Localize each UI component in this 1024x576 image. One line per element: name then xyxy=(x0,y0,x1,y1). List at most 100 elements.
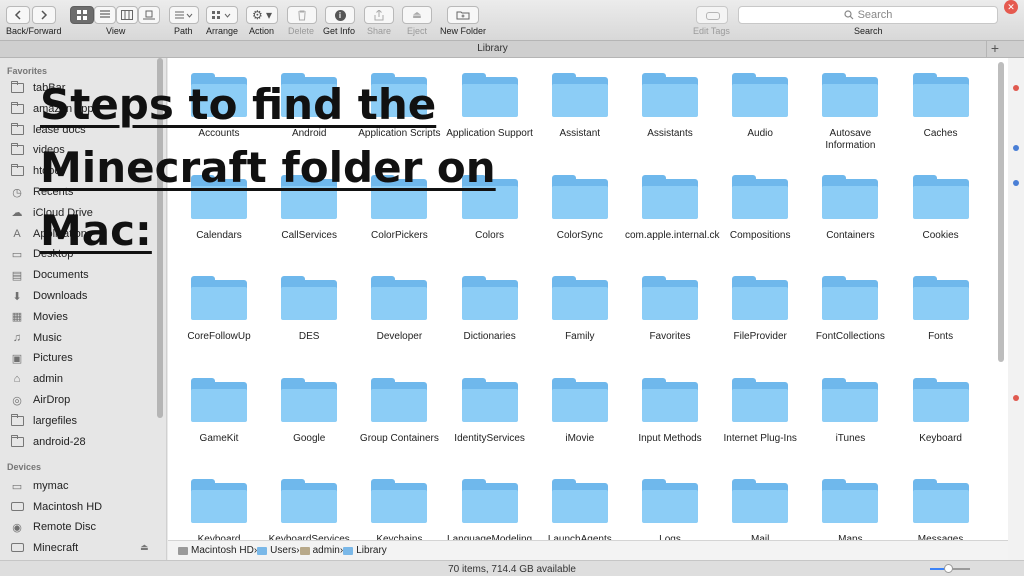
folder-name: com.apple.internal.ck xyxy=(625,229,720,241)
overlay-line-2: Minecraft folder on xyxy=(40,143,496,192)
folder-item[interactable]: FontCollections xyxy=(805,261,895,343)
tab-library[interactable]: Library xyxy=(0,43,985,54)
view-list-button[interactable] xyxy=(94,6,116,24)
folder-item[interactable]: Keychains xyxy=(354,464,444,540)
breadcrumb-label: Library xyxy=(356,545,387,556)
new-folder-button[interactable] xyxy=(447,6,479,24)
folder-item[interactable]: Favorites xyxy=(625,261,715,343)
folder-item[interactable]: Google xyxy=(264,363,354,445)
sidebar-device-item[interactable]: ◉ Remote Disc xyxy=(10,518,96,536)
folder-item[interactable]: IdentityServices xyxy=(445,363,535,445)
trash-icon xyxy=(298,10,306,20)
path-button[interactable] xyxy=(169,6,199,24)
folder-item[interactable]: FileProvider xyxy=(715,261,805,343)
columns-icon xyxy=(121,10,133,20)
folder-icon xyxy=(822,276,879,321)
folder-item[interactable]: Group Containers xyxy=(354,363,444,445)
action-button[interactable]: ⚙ ▾ xyxy=(246,6,278,24)
folder-icon xyxy=(281,479,338,524)
new-folder-label: New Folder xyxy=(440,26,487,36)
sidebar-device-item[interactable]: ▭ mymac xyxy=(10,477,69,495)
folder-item[interactable]: LaunchAgents xyxy=(535,464,625,540)
sidebar-device-item[interactable]: Minecraft xyxy=(10,539,78,557)
arrange-button[interactable] xyxy=(206,6,238,24)
folder-item[interactable]: Input Methods xyxy=(625,363,715,445)
folder-item[interactable]: Maps xyxy=(805,464,895,540)
sidebar-device-item[interactable]: Macintosh HD xyxy=(10,498,102,516)
sidebar-favorite-item[interactable]: ▤ Documents xyxy=(10,266,89,284)
edit-tags-button[interactable] xyxy=(696,6,728,24)
sidebar-favorite-item[interactable]: ⬇ Downloads xyxy=(10,287,87,305)
eject-button[interactable]: ⏏ xyxy=(402,6,432,24)
breadcrumb-item[interactable]: Macintosh HD xyxy=(178,545,254,556)
delete-button[interactable] xyxy=(287,6,317,24)
sidebar-favorite-item[interactable]: android-28 xyxy=(10,433,86,451)
folder-name: Assistants xyxy=(647,128,693,139)
folder-item[interactable]: Caches xyxy=(896,58,986,140)
home-icon xyxy=(299,546,310,555)
folder-item[interactable]: Assistants xyxy=(625,58,715,140)
folder-item[interactable]: Autosave Information xyxy=(805,58,895,152)
sidebar-favorite-item[interactable]: ▦ Movies xyxy=(10,308,68,326)
folder-item[interactable]: Containers xyxy=(805,160,895,242)
icon-size-slider[interactable] xyxy=(930,564,970,573)
disk-icon xyxy=(178,546,188,555)
sidebar-favorite-item[interactable]: ♫ Music xyxy=(10,329,62,347)
folder-icon xyxy=(642,73,698,117)
folder-item[interactable]: Developer xyxy=(354,261,444,343)
view-columns-button[interactable] xyxy=(116,6,138,24)
breadcrumb-label: Macintosh HD xyxy=(191,545,254,556)
breadcrumb-item[interactable]: admin xyxy=(299,545,340,556)
folder-icon xyxy=(822,73,879,117)
sidebar-favorite-item[interactable]: ▣ Pictures xyxy=(10,349,73,367)
background-blue-dot xyxy=(1013,145,1019,151)
finder-toolbar: Back/Forward View Path Arrange ⚙ ▾ Actio… xyxy=(0,0,1024,40)
sidebar-favorite-item[interactable]: ⌂ admin xyxy=(10,370,63,388)
folder-name: iTunes xyxy=(835,432,866,444)
search-field[interactable]: Search xyxy=(738,6,998,24)
folder-item[interactable]: Dictionaries xyxy=(445,261,535,343)
new-tab-button[interactable]: + xyxy=(986,41,1003,57)
folder-item[interactable]: com.apple.internal.ck xyxy=(625,160,720,242)
back-button[interactable] xyxy=(6,6,30,24)
folder-item[interactable]: iTunes xyxy=(805,363,895,445)
folder-item[interactable]: Audio xyxy=(715,58,805,140)
folder-item[interactable]: KeyboardServices xyxy=(264,464,354,540)
folder-item[interactable]: iMovie xyxy=(535,363,625,445)
folder-item[interactable]: Internet Plug-Ins xyxy=(715,363,805,445)
sidebar-favorite-label: Pictures xyxy=(33,352,73,365)
view-gallery-button[interactable] xyxy=(138,6,160,24)
eject-icon[interactable]: ⏏ xyxy=(140,542,149,553)
folder-item[interactable]: Keyboard xyxy=(896,363,986,445)
folder-item[interactable]: Compositions xyxy=(715,160,805,242)
folder-item[interactable]: Family xyxy=(535,261,625,343)
get-info-button[interactable]: i xyxy=(325,6,355,24)
folder-item[interactable]: CoreFollowUp xyxy=(174,261,264,343)
share-button[interactable] xyxy=(364,6,394,24)
breadcrumb-item[interactable]: Users xyxy=(257,545,296,556)
folder-item[interactable]: Mail xyxy=(715,464,805,540)
folder-item[interactable]: Logs xyxy=(625,464,715,540)
folder-icon xyxy=(10,164,24,177)
forward-button[interactable] xyxy=(32,6,56,24)
folder-item[interactable]: LanguageModeling xyxy=(445,464,535,540)
breadcrumb-item[interactable]: Library xyxy=(343,545,387,556)
folder-item[interactable]: Messages xyxy=(896,464,986,540)
folder-item[interactable]: GameKit xyxy=(174,363,264,445)
disk-icon xyxy=(10,542,24,554)
folder-item[interactable]: Fonts xyxy=(896,261,986,343)
view-icons-button[interactable] xyxy=(70,6,94,24)
sidebar-favorite-item[interactable]: largefiles xyxy=(10,412,77,430)
close-icon[interactable]: ✕ xyxy=(1004,0,1018,14)
main-scrollbar[interactable] xyxy=(998,62,1004,362)
path-label: Path xyxy=(174,26,193,36)
folder-icon xyxy=(732,174,789,219)
folder-item[interactable]: Cookies xyxy=(896,160,986,242)
sidebar-favorite-item[interactable]: ◎ AirDrop xyxy=(10,391,70,409)
sidebar-favorite-label: Downloads xyxy=(33,290,88,302)
slider-knob[interactable] xyxy=(944,564,953,573)
folder-item[interactable]: Keyboard xyxy=(174,464,264,540)
folder-item[interactable]: DES xyxy=(264,261,354,343)
gallery-icon xyxy=(143,10,155,20)
breadcrumb-label: admin xyxy=(312,545,340,556)
